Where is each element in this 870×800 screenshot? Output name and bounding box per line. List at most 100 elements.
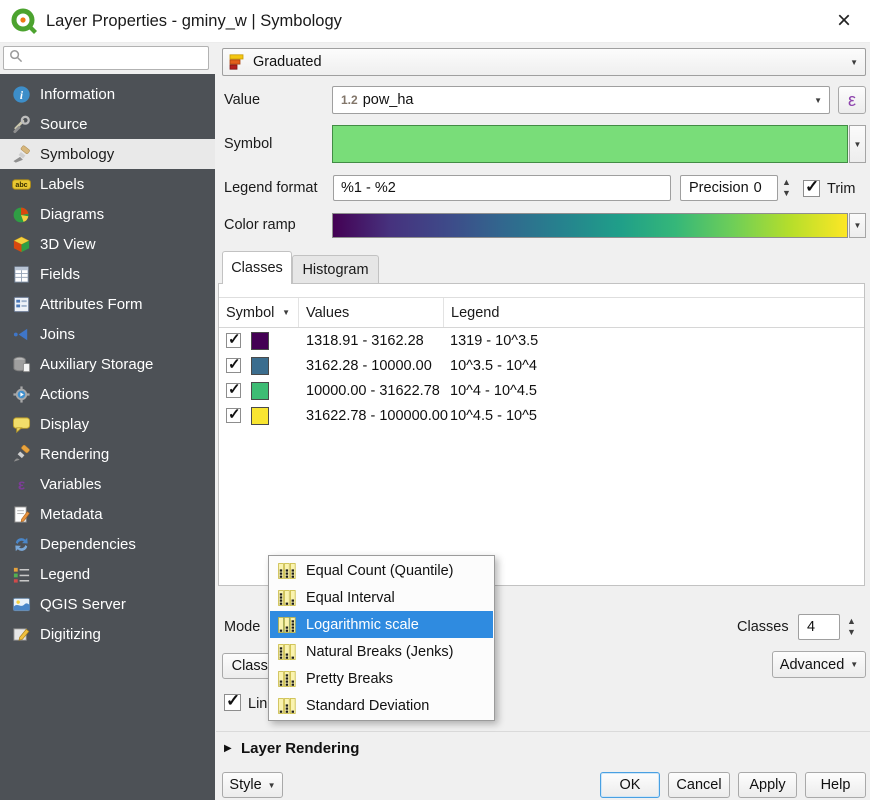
search-input[interactable] <box>23 50 208 67</box>
spin-down-icon[interactable]: ▼ <box>782 189 791 198</box>
ok-button[interactable]: OK <box>600 772 660 798</box>
menu-item-logarithmic-scale[interactable]: Logarithmic scale <box>270 611 493 638</box>
sidebar-item-label: Symbology <box>40 146 114 163</box>
settings-search[interactable] <box>3 46 209 70</box>
column-header-legend[interactable]: Legend <box>444 298 864 327</box>
trim-checkbox[interactable] <box>803 180 820 197</box>
menu-item-equal-interval[interactable]: Equal Interval <box>270 584 493 611</box>
link-class-boundaries-checkbox[interactable] <box>224 694 241 711</box>
menu-item-label: Logarithmic scale <box>306 617 419 633</box>
sidebar-item-symbology[interactable]: Symbology <box>0 139 215 169</box>
chevron-down-icon <box>850 58 865 67</box>
precision-spinbox[interactable]: Precision 0 <box>680 175 778 201</box>
spin-down-icon[interactable]: ▼ <box>847 628 856 637</box>
sidebar-item-dependencies[interactable]: Dependencies <box>0 529 215 559</box>
equal-count-icon <box>277 561 297 581</box>
renderer-combo[interactable]: Graduated <box>222 48 866 76</box>
classes-table-header: Symbol Values Legend <box>219 297 864 328</box>
sidebar-item-label: Actions <box>40 386 89 403</box>
symbol-label: Symbol <box>224 136 272 152</box>
sidebar-item-label: QGIS Server <box>40 596 126 613</box>
sidebar-item-rendering[interactable]: Rendering <box>0 439 215 469</box>
sidebar-item-label: Metadata <box>40 506 103 523</box>
spin-up-icon[interactable]: ▲ <box>782 178 791 187</box>
sidebar-item-legend[interactable]: Legend <box>0 559 215 589</box>
column-header-symbol[interactable]: Symbol <box>219 298 299 327</box>
menu-item-label: Standard Deviation <box>306 698 429 714</box>
sidebar-item-source[interactable]: Source <box>0 109 215 139</box>
sidebar-item-labels[interactable]: abcLabels <box>0 169 215 199</box>
spin-up-icon[interactable]: ▲ <box>847 617 856 626</box>
sidebar-item-actions[interactable]: Actions <box>0 379 215 409</box>
sidebar-item-joins[interactable]: Joins <box>0 319 215 349</box>
collapse-arrow-icon[interactable] <box>224 743 232 754</box>
class-symbol-swatch[interactable] <box>251 332 269 350</box>
classes-spin-arrows[interactable]: ▲ ▼ <box>847 614 856 640</box>
display-icon <box>11 414 31 434</box>
value-field-combo[interactable]: 1.2 pow_ha <box>332 86 830 114</box>
style-button[interactable]: Style <box>222 772 283 798</box>
sidebar-item-3d-view[interactable]: 3D View <box>0 229 215 259</box>
class-legend: 1319 - 10^3.5 <box>450 333 538 349</box>
sidebar-item-variables[interactable]: εVariables <box>0 469 215 499</box>
chevron-down-icon <box>850 660 858 669</box>
sidebar-item-display[interactable]: Display <box>0 409 215 439</box>
sidebar-item-label: Auxiliary Storage <box>40 356 153 373</box>
sort-indicator-icon <box>282 308 290 317</box>
row-checkbox[interactable] <box>226 333 241 348</box>
layer-rendering-header[interactable]: Layer Rendering <box>241 740 359 757</box>
menu-item-equal-count-quantile[interactable]: Equal Count (Quantile) <box>270 557 493 584</box>
equal-interval-icon <box>277 588 297 608</box>
menu-item-pretty-breaks[interactable]: Pretty Breaks <box>270 665 493 692</box>
sidebar-item-fields[interactable]: Fields <box>0 259 215 289</box>
symbol-dropdown-button[interactable] <box>849 125 866 163</box>
value-label: Value <box>224 92 260 108</box>
color-ramp-dropdown-button[interactable] <box>849 213 866 238</box>
sidebar-item-label: Rendering <box>40 446 109 463</box>
class-symbol-swatch[interactable] <box>251 357 269 375</box>
sidebar-item-qgis-server[interactable]: QGIS Server <box>0 589 215 619</box>
labels-icon: abc <box>11 174 31 194</box>
menu-item-label: Equal Interval <box>306 590 395 606</box>
class-symbol-swatch[interactable] <box>251 407 269 425</box>
sidebar-item-attributes-form[interactable]: Attributes Form <box>0 289 215 319</box>
class-legend: 10^4.5 - 10^5 <box>450 408 537 424</box>
table-row[interactable]: 31622.78 - 100000.0010^4.5 - 10^5 <box>219 403 864 428</box>
table-row[interactable]: 1318.91 - 3162.281319 - 10^3.5 <box>219 328 864 353</box>
legend-icon <box>11 564 31 584</box>
cancel-button[interactable]: Cancel <box>668 772 730 798</box>
chevron-down-icon <box>814 96 829 105</box>
menu-item-natural-breaks-jenks[interactable]: Natural Breaks (Jenks) <box>270 638 493 665</box>
sidebar-item-diagrams[interactable]: Diagrams <box>0 199 215 229</box>
sidebar-item-label: Attributes Form <box>40 296 143 313</box>
search-icon <box>9 49 23 68</box>
apply-button[interactable]: Apply <box>738 772 797 798</box>
class-symbol-swatch[interactable] <box>251 382 269 400</box>
sidebar-item-digitizing[interactable]: Digitizing <box>0 619 215 649</box>
column-header-values[interactable]: Values <box>299 298 444 327</box>
class-values: 3162.28 - 10000.00 <box>306 358 432 374</box>
symbol-preview[interactable] <box>332 125 848 163</box>
classes-table-body: 1318.91 - 3162.281319 - 10^3.53162.28 - … <box>219 328 864 428</box>
sidebar-item-label: Digitizing <box>40 626 101 643</box>
sidebar-item-auxiliary-storage[interactable]: Auxiliary Storage <box>0 349 215 379</box>
table-row[interactable]: 3162.28 - 10000.0010^3.5 - 10^4 <box>219 353 864 378</box>
menu-item-standard-deviation[interactable]: Standard Deviation <box>270 692 493 719</box>
table-row[interactable]: 10000.00 - 31622.7810^4 - 10^4.5 <box>219 378 864 403</box>
row-checkbox[interactable] <box>226 383 241 398</box>
color-ramp-preview[interactable] <box>332 213 848 238</box>
tab-classes[interactable]: Classes <box>222 251 292 284</box>
help-button[interactable]: Help <box>805 772 866 798</box>
standard-deviation-icon <box>277 696 297 716</box>
close-icon[interactable] <box>826 4 862 38</box>
legend-format-input[interactable] <box>333 175 671 201</box>
classes-spinbox[interactable]: 4 <box>798 614 840 640</box>
precision-spin-arrows[interactable]: ▲ ▼ <box>782 175 791 201</box>
advanced-button[interactable]: Advanced <box>772 651 866 678</box>
tab-histogram[interactable]: Histogram <box>292 255 379 284</box>
row-checkbox[interactable] <box>226 408 241 423</box>
sidebar-item-information[interactable]: iInformation <box>0 79 215 109</box>
sidebar-item-metadata[interactable]: Metadata <box>0 499 215 529</box>
expression-builder-button[interactable]: ε <box>838 86 866 114</box>
row-checkbox[interactable] <box>226 358 241 373</box>
